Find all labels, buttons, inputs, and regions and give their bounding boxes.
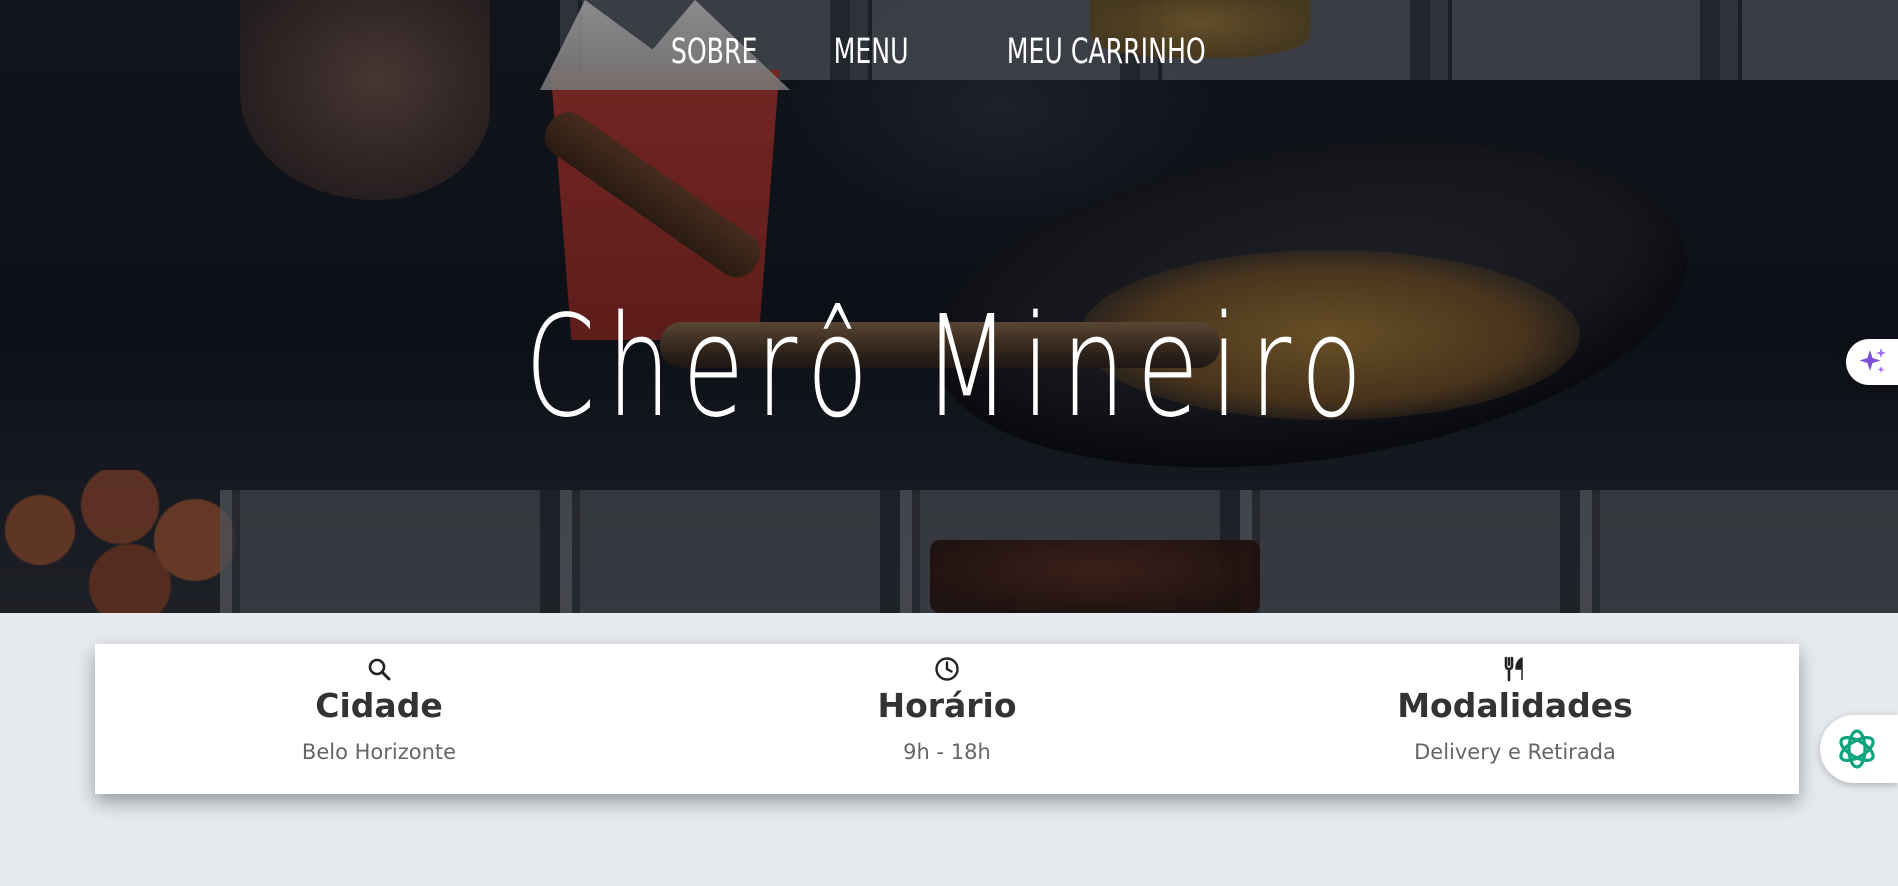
nav-link-menu[interactable]: MENU — [833, 32, 908, 72]
nav-link-sobre[interactable]: SOBRE — [670, 32, 757, 72]
sparkle-icon — [1859, 348, 1886, 373]
info-item-modalidades: Modalidades Delivery e Retirada — [1231, 644, 1799, 794]
info-title: Horário — [877, 686, 1017, 725]
hero-banner: SOBRE MENU MEU CARRINHO Cherô Mineiro — [0, 0, 1898, 613]
info-item-cidade: Cidade Belo Horizonte — [95, 644, 663, 794]
info-title: Cidade — [315, 686, 443, 725]
info-card: Cidade Belo Horizonte Horário 9h - 18h M… — [95, 644, 1799, 794]
info-title: Modalidades — [1397, 686, 1633, 725]
hero-title: Cherô Mineiro — [0, 298, 1898, 438]
nav-link-meu-carrinho[interactable]: MEU CARRINHO — [1007, 32, 1206, 72]
info-item-horario: Horário 9h - 18h — [663, 644, 1231, 794]
main-nav: SOBRE MENU MEU CARRINHO — [0, 32, 1898, 72]
utensils-icon — [1231, 656, 1799, 684]
clock-icon — [663, 656, 1231, 684]
info-value: 9h - 18h — [903, 740, 991, 764]
info-value: Belo Horizonte — [301, 740, 457, 764]
openai-icon — [1839, 729, 1875, 769]
info-value: Delivery e Retirada — [1414, 740, 1616, 764]
hero-title-text: Cherô Mineiro — [524, 286, 1374, 449]
ai-assistant-button[interactable] — [1846, 339, 1898, 385]
chat-assistant-button[interactable] — [1820, 715, 1898, 783]
search-icon — [95, 656, 663, 684]
